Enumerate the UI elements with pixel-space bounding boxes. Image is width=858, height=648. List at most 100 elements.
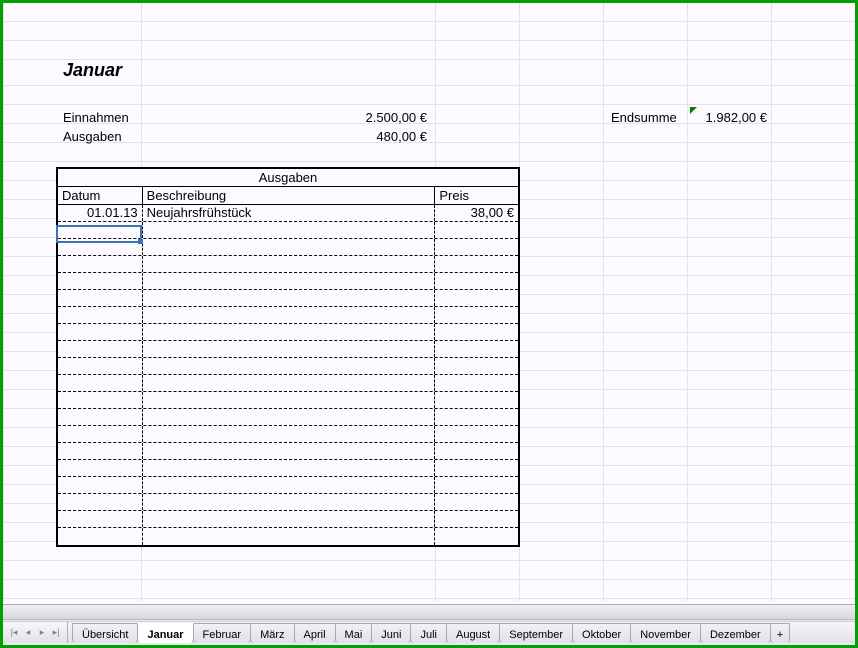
- cell-desc[interactable]: [143, 460, 436, 476]
- horizontal-scrollbar[interactable]: [3, 605, 855, 620]
- cell-price[interactable]: [435, 409, 518, 425]
- cell-price[interactable]: [435, 494, 518, 510]
- table-row[interactable]: [58, 290, 518, 307]
- cell-date[interactable]: [58, 443, 143, 459]
- cell-desc[interactable]: [143, 409, 436, 425]
- cell-price[interactable]: [435, 392, 518, 408]
- cell-price[interactable]: [435, 511, 518, 527]
- tab-nav-last-icon[interactable]: ▸|: [49, 624, 63, 642]
- table-row[interactable]: [58, 392, 518, 409]
- expense-table-body[interactable]: 01.01.13Neujahrsfrühstück38,00 €: [58, 205, 518, 545]
- sheet-tab[interactable]: Oktober: [572, 623, 631, 643]
- cell-desc[interactable]: [143, 239, 436, 255]
- cell-date[interactable]: [58, 273, 143, 289]
- cell-price[interactable]: [435, 375, 518, 391]
- cell-price[interactable]: 38,00 €: [435, 205, 518, 221]
- cell-date[interactable]: [58, 324, 143, 340]
- cell-date[interactable]: [58, 307, 143, 323]
- cell-desc[interactable]: [143, 358, 436, 374]
- cell-desc[interactable]: [143, 426, 436, 442]
- cell-date[interactable]: [58, 460, 143, 476]
- cell-price[interactable]: [435, 222, 518, 238]
- cell-desc[interactable]: [143, 307, 436, 323]
- table-row[interactable]: [58, 460, 518, 477]
- cell-date[interactable]: [58, 341, 143, 357]
- table-row[interactable]: [58, 324, 518, 341]
- cell-date[interactable]: [58, 256, 143, 272]
- tab-nav-prev-icon[interactable]: ◂: [21, 624, 35, 642]
- sheet-tab[interactable]: Juli: [410, 623, 447, 643]
- cell-price[interactable]: [435, 256, 518, 272]
- table-row[interactable]: [58, 528, 518, 545]
- cell-price[interactable]: [435, 239, 518, 255]
- sheet-tab[interactable]: März: [250, 623, 294, 643]
- cell-price[interactable]: [435, 358, 518, 374]
- cell-date[interactable]: [58, 239, 143, 255]
- cell-price[interactable]: [435, 273, 518, 289]
- cell-date[interactable]: [58, 477, 143, 493]
- sheet-tab[interactable]: November: [630, 623, 701, 643]
- cell-desc[interactable]: [143, 477, 436, 493]
- cell-desc[interactable]: [143, 290, 436, 306]
- table-row[interactable]: [58, 409, 518, 426]
- cell-desc[interactable]: [143, 494, 436, 510]
- table-row[interactable]: [58, 443, 518, 460]
- cell-date[interactable]: [58, 375, 143, 391]
- table-row[interactable]: [58, 307, 518, 324]
- cell-desc[interactable]: [143, 375, 436, 391]
- cell-date[interactable]: [58, 392, 143, 408]
- tab-nav-first-icon[interactable]: |◂: [7, 624, 21, 642]
- cell-desc[interactable]: [143, 392, 436, 408]
- table-row[interactable]: [58, 494, 518, 511]
- tab-nav-next-icon[interactable]: ▸: [35, 624, 49, 642]
- cell-date[interactable]: [58, 358, 143, 374]
- cell-price[interactable]: [435, 426, 518, 442]
- cell-date[interactable]: [58, 511, 143, 527]
- cell-price[interactable]: [435, 443, 518, 459]
- cell-desc[interactable]: [143, 443, 436, 459]
- cell-date[interactable]: 01.01.13: [58, 205, 143, 221]
- cell-date[interactable]: [58, 290, 143, 306]
- cell-date[interactable]: [58, 494, 143, 510]
- sheet-tab[interactable]: April: [294, 623, 336, 643]
- cell-price[interactable]: [435, 341, 518, 357]
- table-row[interactable]: [58, 375, 518, 392]
- cell-desc[interactable]: [143, 256, 436, 272]
- table-row[interactable]: [58, 341, 518, 358]
- cell-price[interactable]: [435, 290, 518, 306]
- cell-price[interactable]: [435, 528, 518, 545]
- cell-price[interactable]: [435, 477, 518, 493]
- cell-price[interactable]: [435, 460, 518, 476]
- sheet-tab[interactable]: Übersicht: [72, 623, 138, 643]
- add-sheet-button[interactable]: +: [770, 623, 790, 643]
- sheet-tab[interactable]: September: [499, 623, 573, 643]
- table-row[interactable]: [58, 426, 518, 443]
- cell-date[interactable]: [58, 528, 143, 545]
- table-row[interactable]: [58, 222, 518, 239]
- table-row[interactable]: [58, 511, 518, 528]
- cell-price[interactable]: [435, 324, 518, 340]
- cell-date[interactable]: [58, 409, 143, 425]
- table-row[interactable]: [58, 273, 518, 290]
- cell-desc[interactable]: [143, 528, 436, 545]
- table-row[interactable]: [58, 358, 518, 375]
- table-row[interactable]: 01.01.13Neujahrsfrühstück38,00 €: [58, 205, 518, 222]
- sheet-tab[interactable]: Dezember: [700, 623, 771, 643]
- sheet-tab[interactable]: Juni: [371, 623, 411, 643]
- cell-desc[interactable]: [143, 341, 436, 357]
- cell-date[interactable]: [58, 222, 143, 238]
- cell-desc[interactable]: Neujahrsfrühstück: [143, 205, 436, 221]
- cell-desc[interactable]: [143, 324, 436, 340]
- cell-desc[interactable]: [143, 511, 436, 527]
- sheet-tab[interactable]: August: [446, 623, 500, 643]
- cell-desc[interactable]: [143, 222, 436, 238]
- table-row[interactable]: [58, 477, 518, 494]
- cell-price[interactable]: [435, 307, 518, 323]
- sheet-tab[interactable]: Januar: [137, 623, 193, 643]
- sheet-tab[interactable]: Mai: [335, 623, 373, 643]
- worksheet-area[interactable]: Januar Einnahmen 2.500,00 € Ausgaben 480…: [3, 3, 855, 601]
- cell-desc[interactable]: [143, 273, 436, 289]
- sheet-tab[interactable]: Februar: [193, 623, 252, 643]
- cell-date[interactable]: [58, 426, 143, 442]
- table-row[interactable]: [58, 256, 518, 273]
